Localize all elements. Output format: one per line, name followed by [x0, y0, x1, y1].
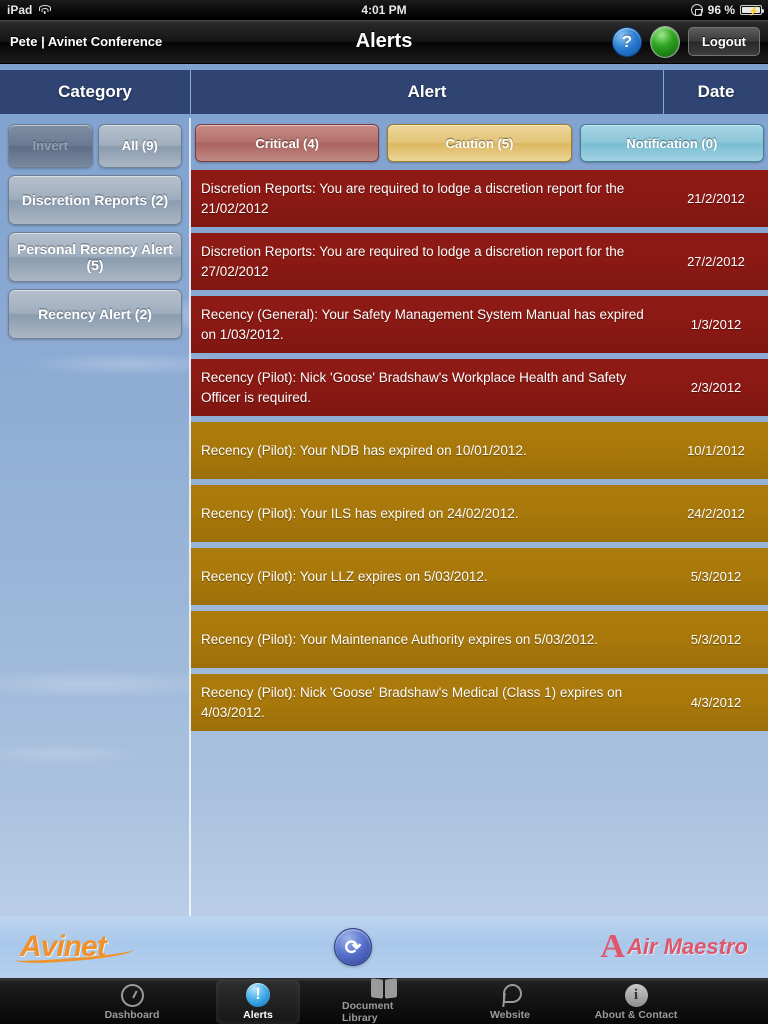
alert-message: Recency (General): Your Safety Managemen… — [201, 306, 644, 342]
tab-label: Document Library — [342, 1000, 394, 1024]
all-filter-button[interactable]: All (9) — [97, 124, 182, 168]
tab-document-library[interactable]: Document Library — [342, 978, 426, 1024]
battery-charging-icon: ⚡ — [740, 5, 765, 16]
alert-row[interactable]: Recency (Pilot): Nick 'Goose' Bradshaw's… — [191, 359, 768, 416]
tab-alerts[interactable]: ! Alerts — [216, 979, 300, 1024]
question-mark-icon: ? — [621, 31, 633, 51]
filter-caution-button[interactable]: Caution (5) — [387, 124, 572, 162]
column-header-category: Category — [58, 82, 132, 101]
filter-notification-button[interactable]: Notification (0) — [579, 124, 764, 162]
air-maestro-logo: A Air Maestro — [600, 930, 748, 964]
sidebar-item-discretion-reports[interactable]: Discretion Reports (2) — [8, 175, 182, 225]
alert-row[interactable]: Recency (Pilot): Your NDB has expired on… — [191, 422, 768, 479]
air-maestro-label: Air Maestro — [626, 934, 748, 959]
tab-label: Alerts — [243, 1008, 273, 1021]
refresh-button[interactable]: ⟳ — [334, 928, 373, 966]
air-maestro-mark-icon: A — [600, 928, 625, 965]
alert-message: Discretion Reports: You are required to … — [201, 180, 625, 216]
alert-date: 4/3/2012 — [690, 695, 742, 710]
alert-date: 27/2/2012 — [687, 254, 745, 269]
alert-exclamation-icon: ! — [246, 982, 270, 1007]
status-bar-clock: 4:01 PM — [361, 3, 407, 17]
tab-label: Dashboard — [104, 1008, 160, 1021]
logout-button[interactable]: Logout — [687, 27, 760, 56]
sidebar-item-label: Personal Recency Alert (5) — [17, 240, 173, 273]
nav-bar-actions: ? Logout — [611, 25, 760, 58]
category-sidebar: Invert All (9) Discretion Reports (2) Pe… — [0, 118, 190, 916]
bottom-tab-bar: Dashboard ! Alerts Document Library Webs… — [0, 978, 768, 1024]
alert-message: Discretion Reports: You are required to … — [201, 243, 625, 279]
alerts-list: Discretion Reports: You are required to … — [191, 170, 768, 731]
user-account-label: Pete | Avinet Conference — [10, 34, 163, 49]
alert-row[interactable]: Recency (Pilot): Your ILS has expired on… — [191, 485, 768, 542]
filter-critical-label: Critical (4) — [255, 135, 319, 151]
alert-message: Recency (Pilot): Your Maintenance Author… — [201, 631, 598, 647]
alert-message: Recency (Pilot): Nick 'Goose' Bradshaw's… — [201, 369, 627, 405]
severity-filter-row: Critical (4) Caution (5) Notification (0… — [191, 124, 768, 162]
filter-notification-label: Notification (0) — [626, 135, 718, 151]
alert-message: Recency (Pilot): Your ILS has expired on… — [201, 505, 519, 521]
battery-percent-label: 96 % — [707, 3, 735, 17]
alert-row[interactable]: Discretion Reports: You are required to … — [191, 170, 768, 227]
alert-row[interactable]: Recency (Pilot): Your LLZ expires on 5/0… — [191, 548, 768, 605]
ios-status-bar: iPad 4:01 PM 96 % ⚡ — [0, 0, 768, 20]
help-button[interactable]: ? — [611, 26, 642, 57]
column-header-alert: Alert — [190, 70, 664, 114]
alerts-content-pane: Critical (4) Caution (5) Notification (0… — [191, 118, 768, 916]
alert-message: Recency (Pilot): Your NDB has expired on… — [201, 442, 527, 458]
green-status-icon[interactable] — [649, 25, 680, 58]
sidebar-item-label: Recency Alert (2) — [38, 305, 152, 322]
info-icon: i — [624, 983, 648, 1007]
tab-website[interactable]: Website — [468, 980, 552, 1024]
refresh-icon: ⟳ — [344, 936, 362, 959]
sidebar-top-row: Invert All (9) — [8, 124, 182, 168]
alert-message: Recency (Pilot): Nick 'Goose' Bradshaw's… — [201, 684, 623, 720]
sidebar-row-personal-recency-alert: Personal Recency Alert (5) — [8, 232, 182, 282]
navigation-bar: Pete | Avinet Conference Alerts ? Logout — [0, 20, 768, 64]
table-column-headers: Category Alert Date — [0, 70, 768, 114]
alert-date: 1/3/2012 — [690, 317, 742, 332]
invert-filter-button[interactable]: Invert — [8, 124, 93, 168]
tab-label: About & Contact — [594, 1008, 678, 1021]
alert-date: 21/2/2012 — [687, 191, 745, 206]
alert-row[interactable]: Recency (Pilot): Nick 'Goose' Bradshaw's… — [191, 674, 768, 731]
rotation-lock-icon — [690, 4, 703, 16]
alert-date: 5/3/2012 — [690, 632, 742, 647]
sidebar-row-discretion-reports: Discretion Reports (2) — [8, 175, 182, 225]
tab-dashboard[interactable]: Dashboard — [90, 980, 174, 1024]
alert-date: 10/1/2012 — [687, 443, 745, 458]
alert-date: 24/2/2012 — [687, 506, 745, 521]
alert-row[interactable]: Discretion Reports: You are required to … — [191, 233, 768, 290]
tab-label: Website — [489, 1008, 531, 1021]
sidebar-item-label: Discretion Reports (2) — [21, 191, 169, 208]
column-header-date: Date — [697, 82, 735, 101]
avinet-logo: Avinet — [20, 930, 107, 963]
book-icon — [371, 978, 397, 999]
gauge-icon — [120, 983, 144, 1007]
alert-date: 5/3/2012 — [690, 569, 742, 584]
sidebar-row-recency-alert: Recency Alert (2) — [8, 289, 182, 339]
alert-row[interactable]: Recency (Pilot): Your Maintenance Author… — [191, 611, 768, 668]
alert-message: Recency (Pilot): Your LLZ expires on 5/0… — [201, 568, 488, 584]
alert-date: 2/3/2012 — [690, 380, 742, 395]
tab-about-contact[interactable]: i About & Contact — [594, 980, 678, 1024]
all-label: All (9) — [121, 137, 158, 153]
status-bar-right: 96 % ⚡ — [690, 3, 765, 17]
invert-label: Invert — [32, 137, 68, 153]
filter-critical-button[interactable]: Critical (4) — [195, 124, 380, 162]
filter-caution-label: Caution (5) — [445, 135, 514, 151]
link-pin-icon — [499, 983, 522, 1007]
sidebar-item-personal-recency-alert[interactable]: Personal Recency Alert (5) — [8, 232, 182, 282]
sidebar-item-recency-alert[interactable]: Recency Alert (2) — [8, 289, 182, 339]
alert-row[interactable]: Recency (General): Your Safety Managemen… — [191, 296, 768, 353]
brand-footer-bar: Avinet ⟳ A Air Maestro — [0, 916, 768, 978]
logout-label: Logout — [701, 34, 746, 49]
